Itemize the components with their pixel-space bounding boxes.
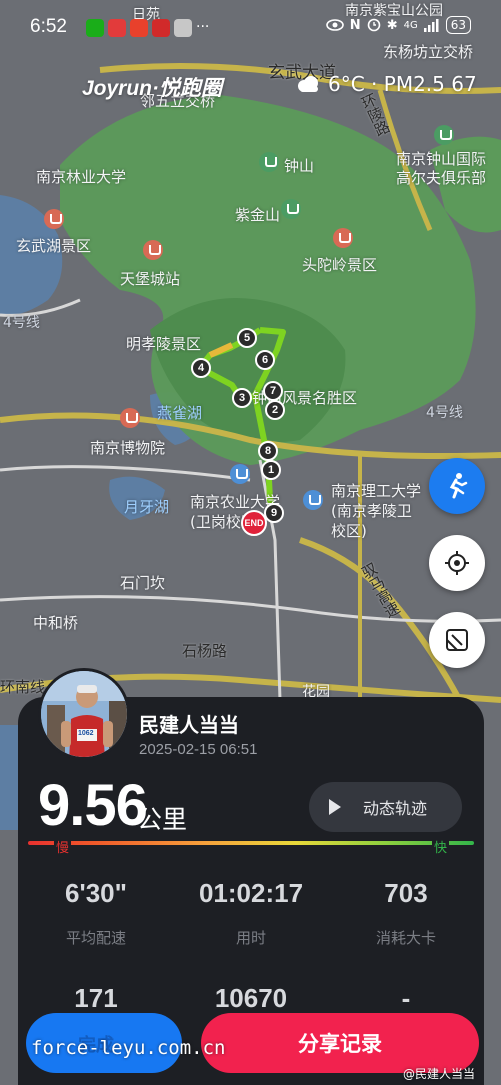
poi-icon xyxy=(230,464,250,484)
avatar[interactable]: 1062 xyxy=(38,668,130,760)
calories-value: 703 xyxy=(384,878,428,908)
eye-icon xyxy=(325,19,344,31)
map-label: 石杨路 xyxy=(182,642,228,660)
poi-icon xyxy=(143,240,163,260)
route-marker-2: 2 xyxy=(265,400,285,420)
distance-value: 9.56 xyxy=(38,773,148,838)
map-label: 燕雀湖 xyxy=(157,404,203,422)
app-notification-icon xyxy=(174,19,192,37)
status-right: N ✱ 4G 63 xyxy=(325,16,471,34)
watermark-weibo: @民建人当当 xyxy=(403,1067,476,1081)
battery-indicator: 63 xyxy=(445,16,471,34)
cadence-value: 171 xyxy=(74,983,118,1013)
status-time: 6:52 xyxy=(30,16,67,37)
app-notification-icon xyxy=(108,19,126,37)
elevation-value: - xyxy=(401,983,411,1013)
map-label: 4号线 xyxy=(3,315,40,331)
map-label: 紫金山 xyxy=(235,206,281,224)
locate-button[interactable] xyxy=(429,535,485,591)
avatar-bib: 1062 xyxy=(78,730,94,737)
map-label: 南京林业大学 xyxy=(36,168,127,186)
play-icon xyxy=(329,799,341,815)
duration-label: 用时 xyxy=(235,929,266,947)
status-bar: 6:52 ··· N ✱ 4G 63 xyxy=(0,0,501,58)
map-label: 月牙湖 xyxy=(124,498,170,516)
runner-mode-button[interactable] xyxy=(429,458,485,514)
app-brand: Joyrun·悦跑圈 xyxy=(82,77,223,100)
end-label: END xyxy=(244,518,264,528)
route-marker-6: 6 xyxy=(255,350,275,370)
map-label: 4号线 xyxy=(426,405,463,421)
map-label: 石门坎 xyxy=(120,574,166,592)
map-label: 玄武湖景区 xyxy=(16,237,92,255)
poi-icon xyxy=(281,199,301,219)
map-label: 南京博物院 xyxy=(90,439,166,457)
map-label: 环南线 xyxy=(0,678,46,696)
poi-icon xyxy=(259,152,279,172)
slow-label: 慢 xyxy=(54,837,72,856)
screenshot-button[interactable] xyxy=(429,612,485,668)
poi-icon xyxy=(333,228,353,248)
wechat-icon xyxy=(86,19,104,37)
locate-icon xyxy=(445,551,469,575)
app-notification-icon xyxy=(130,19,148,37)
route-marker-4: 4 xyxy=(191,358,211,378)
avg-pace-label: 平均配速 xyxy=(65,929,126,947)
weather-info: 6°C · PM2.5 67 xyxy=(294,72,477,96)
poi-icon xyxy=(120,408,140,428)
avg-pace-value: 6'30" xyxy=(65,878,127,908)
route-marker-7: 7 xyxy=(263,381,283,401)
watermark-url: force-leyu.com.cn xyxy=(31,1037,226,1059)
track-replay-button[interactable]: 动态轨迹 xyxy=(309,782,462,832)
map-label: 中和桥 xyxy=(33,614,79,632)
route-marker-5: 5 xyxy=(237,328,257,348)
notification-icons: ··· xyxy=(86,19,209,37)
nfc-icon: N xyxy=(349,17,361,33)
map-label: 钟山 xyxy=(284,157,315,175)
route-marker-9: 9 xyxy=(264,503,284,523)
map-label: 南京理工大学(南京孝陵卫校区) xyxy=(331,482,422,540)
cloud-icon xyxy=(298,76,318,92)
more-icon: ··· xyxy=(196,19,210,35)
route-marker-8: 8 xyxy=(258,441,278,461)
poi-icon xyxy=(44,209,64,229)
app-notification-icon xyxy=(152,19,170,37)
runner-icon xyxy=(449,473,468,499)
calories-label: 消耗大卡 xyxy=(375,929,436,947)
pace-gradient-bar xyxy=(28,841,474,845)
replay-label: 动态轨迹 xyxy=(363,799,428,818)
distance-unit: 公里 xyxy=(137,805,188,834)
screenshot-icon xyxy=(446,629,468,651)
signal-icon xyxy=(423,18,439,32)
user-name[interactable]: 民建人当当 xyxy=(139,709,239,738)
route-marker-3: 3 xyxy=(232,388,252,408)
duration-value: 01:02:17 xyxy=(198,878,304,908)
map-label: 南京钟山国际高尔夫俱乐部 xyxy=(396,150,487,187)
end-marker: END xyxy=(241,510,267,536)
map-label: 明孝陵景区 xyxy=(126,335,202,353)
alarm-icon xyxy=(367,18,380,32)
map-label: 天堡城站 xyxy=(120,270,181,288)
poi-icon xyxy=(434,125,454,145)
network-label: 4G xyxy=(403,19,418,31)
map-label: 头陀岭景区 xyxy=(302,256,378,274)
share-record-button[interactable]: 分享记录 xyxy=(201,1013,479,1073)
fast-label: 快 xyxy=(432,837,450,856)
route-marker-1: 1 xyxy=(261,460,281,480)
poi-icon xyxy=(303,490,323,510)
share-label: 分享记录 xyxy=(298,1032,382,1056)
steps-value: 10670 xyxy=(214,983,288,1013)
run-date: 2025-02-15 06:51 xyxy=(139,741,258,758)
weather-text: 6°C · PM2.5 67 xyxy=(328,72,477,96)
bluetooth-icon: ✱ xyxy=(386,17,398,33)
